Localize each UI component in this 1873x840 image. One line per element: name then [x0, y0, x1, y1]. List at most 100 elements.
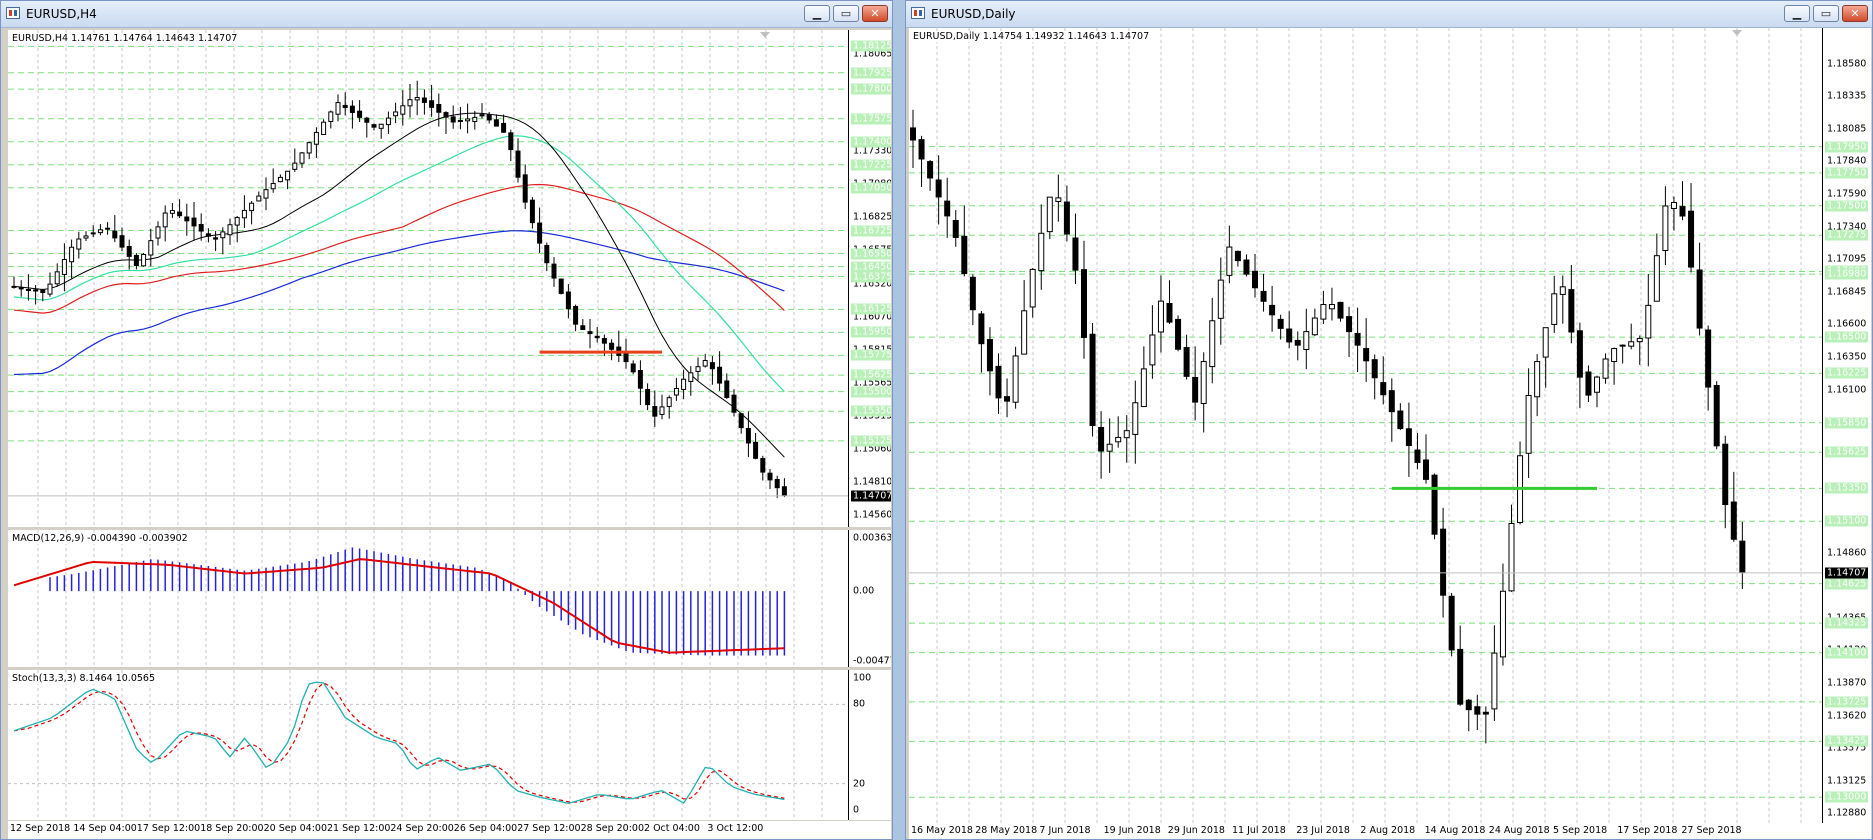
candle-body: [1525, 394, 1532, 454]
candle-body: [666, 397, 672, 407]
candle-body: [1645, 304, 1652, 339]
price-axis[interactable]: 1.18580 1.18335 1.18085 1.17840 1.17590 1.173…: [1822, 28, 1871, 823]
candle-body: [1286, 328, 1293, 343]
macd-axis[interactable]: 0.003631 0.00 -0.004772: [848, 530, 891, 667]
time-tick: 29 Jun 2018: [1167, 825, 1225, 836]
candle-body: [33, 289, 39, 292]
stochastic-axis[interactable]: 100 80 20 0: [848, 670, 891, 820]
candle-body: [313, 131, 319, 145]
window-title: EURUSD,H4: [26, 7, 97, 21]
candle-body: [40, 289, 46, 294]
candle-body: [688, 372, 694, 382]
level-tag: 1.15625: [851, 369, 891, 381]
stochastic-pane[interactable]: Stoch(13,3,3) 8.1464 10.0565 100 80 20 0: [8, 670, 891, 820]
candle-body: [1585, 371, 1592, 396]
time-tick: 19 Jun 2018: [1103, 825, 1161, 836]
price-chart-pane[interactable]: EURUSD,H4 1.14761 1.14764 1.14643 1.1470…: [8, 30, 891, 527]
candle-body: [450, 116, 456, 123]
candle-body: [443, 112, 449, 118]
candle-body: [738, 413, 744, 429]
candle-body: [155, 226, 161, 239]
candle-body: [141, 254, 147, 267]
candle-body: [256, 195, 262, 202]
time-tick: 17 Sep 2018: [1617, 825, 1678, 836]
candle-body: [659, 406, 665, 415]
price-chart-pane[interactable]: EURUSD,Daily 1.14754 1.14932 1.14643 1.1…: [909, 28, 1871, 823]
price-tick: 1.13870: [1827, 677, 1867, 689]
candle-body: [767, 472, 773, 481]
candle-body: [952, 219, 959, 238]
candle-body: [1328, 304, 1335, 310]
candle-body: [407, 99, 413, 107]
level-tag: 1.17275: [1825, 229, 1869, 241]
price-tick: 1.17590: [1827, 188, 1867, 200]
stoch-tick: 80: [853, 698, 866, 710]
maximize-button[interactable]: ▭: [833, 5, 859, 22]
candle-body: [573, 305, 579, 325]
symbol-price-label: EURUSD,H4 1.14761 1.14764 1.14643 1.1470…: [12, 33, 238, 44]
maximize-button[interactable]: ▭: [1813, 5, 1839, 22]
candle-body: [1072, 237, 1079, 271]
candle-body: [565, 291, 571, 310]
chart-window-daily[interactable]: EURUSD,Daily ▁ ▭ ✕ EURUSD,Daily 1.14754 …: [905, 0, 1873, 840]
macd-tick: 0.00: [853, 585, 875, 597]
candle-body: [1679, 206, 1686, 217]
time-axis[interactable]: 12 Sep 2018 14 Sep 04:00 17 Sep 12:00 18 Se…: [8, 821, 891, 839]
candle-body: [501, 122, 507, 133]
candle-body: [393, 111, 399, 117]
close-button[interactable]: ✕: [862, 5, 888, 22]
candle-body: [1602, 358, 1609, 379]
level-tag: 1.17575: [851, 113, 891, 125]
candle-body: [479, 114, 485, 117]
candle-body: [11, 285, 17, 288]
macd-tick: -0.004772: [853, 655, 891, 667]
level-tag: 1.15350: [851, 405, 891, 417]
level-tag: 1.14625: [1825, 578, 1869, 590]
candle-body: [1277, 318, 1284, 329]
time-tick: 17 Sep 12:00: [136, 823, 201, 834]
candle-body: [169, 210, 175, 214]
candle-body: [277, 176, 283, 183]
candle-body: [601, 338, 607, 344]
candle-body: [493, 119, 499, 127]
stoch-tick: 20: [853, 778, 866, 790]
chart-icon: [911, 7, 925, 19]
candle-body: [414, 97, 420, 101]
candle-body: [630, 363, 636, 373]
time-axis[interactable]: 16 May 2018 28 May 2018 7 Jun 2018 19 Jun 2…: [909, 823, 1871, 839]
close-button[interactable]: ✕: [1842, 5, 1868, 22]
candle-body: [177, 211, 183, 217]
candle-body: [1499, 590, 1506, 658]
candle-body: [1465, 699, 1472, 711]
time-tick: 16 May 2018: [911, 825, 973, 836]
time-tick: 7 Jun 2018: [1039, 825, 1091, 836]
minimize-button[interactable]: ▁: [804, 5, 830, 22]
level-tag: 1.18125: [851, 40, 891, 52]
title-bar[interactable]: EURUSD,H4 ▁ ▭ ✕: [1, 1, 892, 28]
title-bar[interactable]: EURUSD,Daily ▁ ▭ ✕: [906, 1, 1872, 28]
price-axis[interactable]: 1.180651.179251.178001.175751.173301.170…: [848, 30, 891, 527]
candle-body: [306, 142, 312, 154]
level-tag: 1.17950: [1825, 141, 1869, 153]
candle-body: [580, 325, 586, 330]
shift-arrow-icon[interactable]: [760, 32, 770, 38]
price-tick: 1.14810: [853, 476, 891, 488]
price-tick: 1.17095: [1827, 253, 1867, 265]
shift-arrow-icon[interactable]: [1732, 30, 1742, 36]
candle-body: [1200, 360, 1207, 404]
chart-window-h4[interactable]: EURUSD,H4 ▁ ▭ ✕ EURUSD,H4 1.14761 1.1476…: [0, 0, 893, 840]
candle-body: [978, 313, 985, 345]
price-chart-canvas: [909, 28, 1823, 823]
minimize-button[interactable]: ▁: [1784, 5, 1810, 22]
price-tick: 1.18335: [1827, 90, 1867, 102]
candle-body: [1739, 540, 1746, 573]
candle-body: [263, 189, 269, 199]
price-tick: 1.18580: [1827, 58, 1867, 70]
candle-body: [191, 217, 197, 227]
time-tick: 27 Sep 12:00: [517, 823, 581, 834]
candle-body: [774, 478, 780, 489]
candle-body: [292, 162, 298, 170]
macd-pane[interactable]: MACD(12,26,9) -0.004390 -0.003902 0.0036…: [8, 530, 891, 667]
level-tag: 1.15100: [1825, 515, 1869, 527]
candle-body: [927, 161, 934, 179]
